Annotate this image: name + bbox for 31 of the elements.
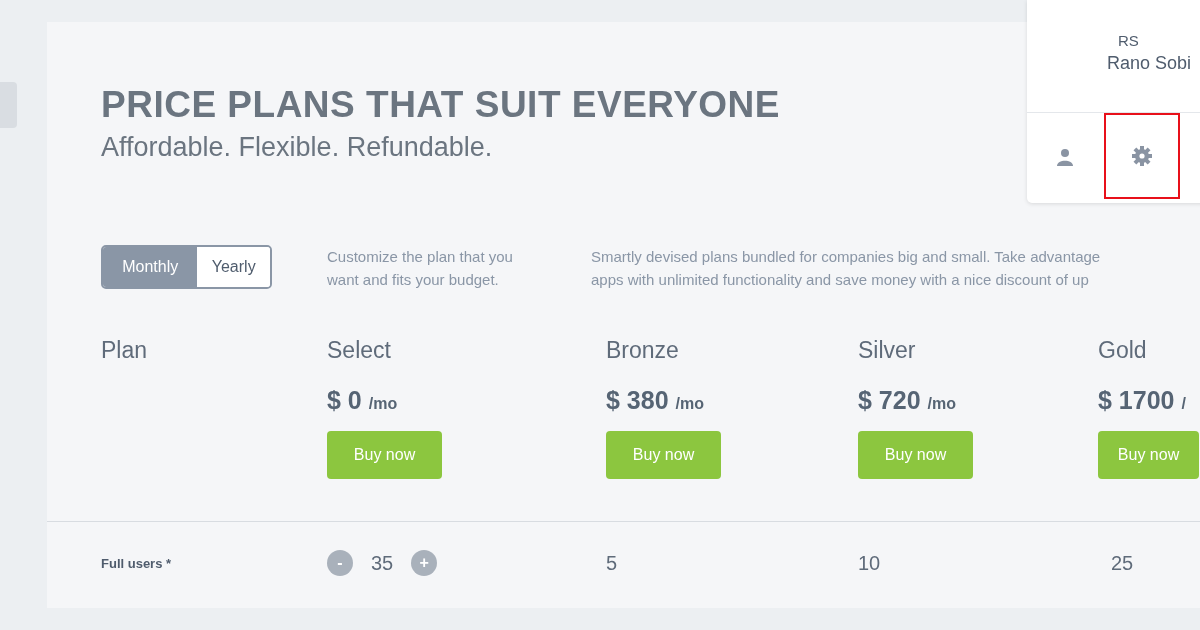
plan-price: $ 380 /mo xyxy=(606,386,705,415)
plan-users-value: 25 xyxy=(1111,551,1134,575)
plan-price: $ 720 /mo xyxy=(858,386,957,415)
plan-users-value: 5 xyxy=(606,551,619,575)
buy-button[interactable]: Buy now xyxy=(327,431,442,479)
plan-price: $ 1700 / xyxy=(1098,386,1187,415)
user-name: Rano Sobi xyxy=(1107,53,1193,74)
billing-option[interactable]: Monthly xyxy=(103,247,198,287)
user-initials: RS xyxy=(1118,32,1140,49)
page-title: PRICE PLANS THAT SUIT EVERYONE xyxy=(101,84,780,126)
person-icon xyxy=(1056,148,1074,166)
full-users-label: Full users * xyxy=(101,555,173,571)
users-value: 35 xyxy=(371,551,394,575)
billing-option[interactable]: Yearly xyxy=(197,247,270,287)
plan-name: Bronze xyxy=(606,337,680,364)
plan-name: Silver xyxy=(858,337,917,364)
increase-button[interactable]: + xyxy=(411,550,438,576)
plan-name: Gold xyxy=(1098,337,1148,364)
plan-users-value: 10 xyxy=(858,551,882,575)
decrease-button[interactable]: - xyxy=(327,550,353,576)
buy-button[interactable]: Buy now xyxy=(1098,431,1199,479)
settings-button[interactable] xyxy=(1104,113,1180,199)
intro-text: Customize the plan that you want and fits your budget. xyxy=(327,247,514,290)
plan-name: Select xyxy=(327,337,392,364)
page-subtitle: Affordable. Flexible. Refundable. xyxy=(101,132,493,163)
plan-price: $ 0 /mo xyxy=(327,386,399,415)
description-text: Smartly devised plans bundled for companies big and small. Take advantage apps with unlimited functionality and save money with a nice discount of up xyxy=(591,247,1101,290)
buy-button[interactable]: Buy now xyxy=(858,431,973,479)
plan-label: Plan xyxy=(101,337,149,365)
buy-button[interactable]: Buy now xyxy=(606,431,721,479)
settings-icon xyxy=(1132,146,1152,166)
